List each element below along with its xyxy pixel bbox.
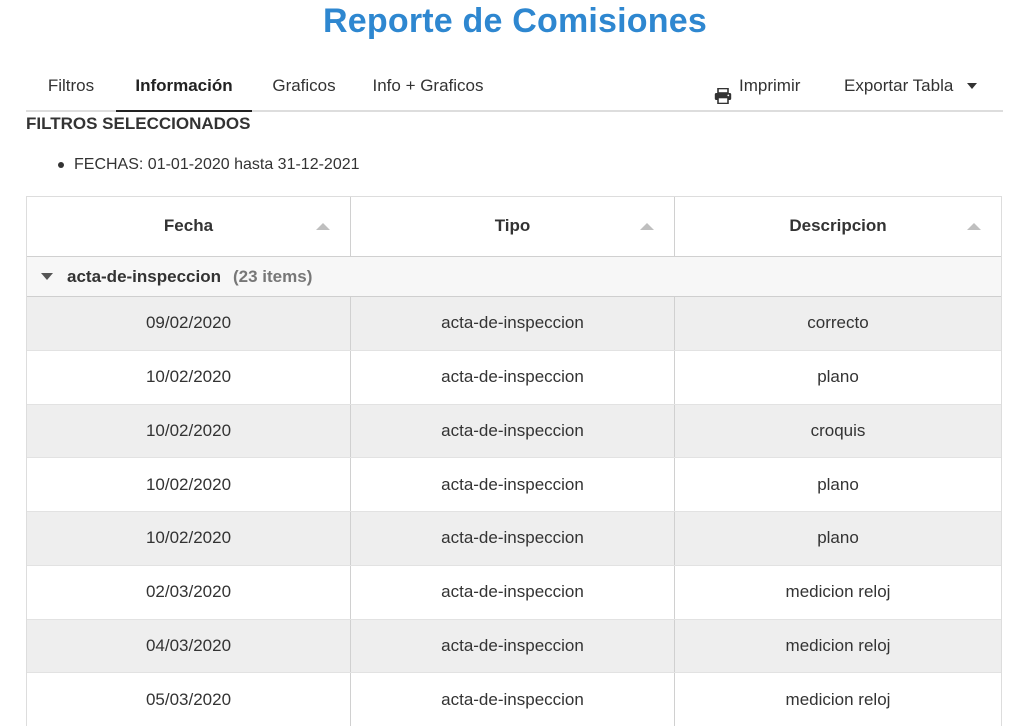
cell-tipo: acta-de-inspeccion — [351, 350, 675, 404]
cell-fecha: 10/02/2020 — [27, 458, 351, 511]
filter-item-text: FECHAS: 01-01-2020 hasta 31-12-2021 — [74, 156, 360, 173]
filters-heading: FILTROS SELECCIONADOS — [26, 114, 251, 133]
cell-tipo: acta-de-inspeccion — [351, 619, 675, 673]
bullet-icon — [58, 162, 64, 168]
table-row[interactable]: 05/03/2020 acta-de-inspeccion medicion r… — [27, 673, 1001, 726]
column-header-label: Tipo — [494, 216, 531, 235]
cell-descripcion: croquis — [810, 420, 866, 440]
cell-descripcion: medicion reloj — [785, 635, 891, 655]
tab-info-graficos[interactable]: Info + Graficos — [356, 64, 500, 110]
cell-descripcion: plano — [817, 474, 859, 494]
sort-arrow-up-icon[interactable] — [967, 223, 981, 230]
table-row[interactable]: 04/03/2020 acta-de-inspeccion medicion r… — [27, 619, 1001, 674]
table-row[interactable]: 09/02/2020 acta-de-inspeccion correcto — [27, 297, 1001, 351]
cell-fecha: 10/02/2020 — [27, 404, 351, 458]
cell-descripcion: medicion reloj — [785, 689, 891, 709]
tab-graficos[interactable]: Graficos — [252, 64, 356, 110]
filter-list: FECHAS: 01-01-2020 hasta 31-12-2021 — [58, 156, 360, 174]
cell-fecha: 10/02/2020 — [27, 350, 351, 404]
export-table-dropdown[interactable]: Exportar Tabla — [844, 64, 978, 108]
sort-arrow-up-icon[interactable] — [316, 223, 330, 230]
group-count: (23 items) — [233, 266, 313, 286]
data-grid: Fecha Tipo Descripcion acta-de-inspeccio… — [26, 196, 1002, 726]
table-row[interactable]: 02/03/2020 acta-de-inspeccion medicion r… — [27, 565, 1001, 620]
export-table-label: Exportar Tabla — [844, 76, 954, 95]
cell-tipo: acta-de-inspeccion — [351, 404, 675, 458]
page-title: Reporte de Comisiones — [323, 2, 707, 40]
cell-tipo: acta-de-inspeccion — [351, 565, 675, 619]
cell-descripcion: medicion reloj — [785, 582, 891, 602]
triangle-down-icon[interactable] — [41, 273, 53, 280]
cell-fecha: 02/03/2020 — [27, 565, 351, 619]
cell-descripcion: plano — [817, 367, 859, 387]
cell-descripcion: correcto — [807, 313, 869, 333]
tab-bar: Filtros Información Graficos Info + Graf… — [26, 64, 1003, 112]
cell-descripcion: plano — [817, 528, 859, 548]
sort-arrow-up-icon[interactable] — [640, 223, 654, 230]
table-row[interactable]: 10/02/2020 acta-de-inspeccion plano — [27, 458, 1001, 512]
group-name: acta-de-inspeccion — [67, 266, 221, 286]
print-button-label: Imprimir — [739, 76, 801, 95]
cell-tipo: acta-de-inspeccion — [351, 512, 675, 565]
caret-down-icon — [967, 83, 978, 89]
cell-fecha: 10/02/2020 — [27, 512, 351, 565]
cell-fecha: 05/03/2020 — [27, 673, 351, 726]
cell-tipo: acta-de-inspeccion — [351, 458, 675, 511]
grid-header: Fecha Tipo Descripcion — [27, 197, 1001, 257]
column-header-descripcion[interactable]: Descripcion — [675, 197, 1001, 256]
cell-tipo: acta-de-inspeccion — [351, 673, 675, 726]
group-row[interactable]: acta-de-inspeccion (23 items) — [27, 257, 1001, 297]
print-button[interactable]: Imprimir — [714, 64, 800, 108]
column-header-label: Fecha — [163, 216, 214, 235]
tab-filtros[interactable]: Filtros — [26, 64, 116, 110]
tab-informacion[interactable]: Información — [116, 64, 252, 112]
cell-tipo: acta-de-inspeccion — [351, 297, 675, 350]
table-row[interactable]: 10/02/2020 acta-de-inspeccion croquis — [27, 404, 1001, 459]
printer-icon — [714, 78, 732, 105]
cell-fecha: 04/03/2020 — [27, 619, 351, 673]
column-header-label: Descripcion — [789, 216, 887, 235]
table-row[interactable]: 10/02/2020 acta-de-inspeccion plano — [27, 512, 1001, 566]
column-header-fecha[interactable]: Fecha — [27, 197, 351, 256]
filter-item: FECHAS: 01-01-2020 hasta 31-12-2021 — [58, 156, 360, 174]
column-header-tipo[interactable]: Tipo — [351, 197, 675, 256]
table-row[interactable]: 10/02/2020 acta-de-inspeccion plano — [27, 350, 1001, 405]
cell-fecha: 09/02/2020 — [27, 297, 351, 350]
